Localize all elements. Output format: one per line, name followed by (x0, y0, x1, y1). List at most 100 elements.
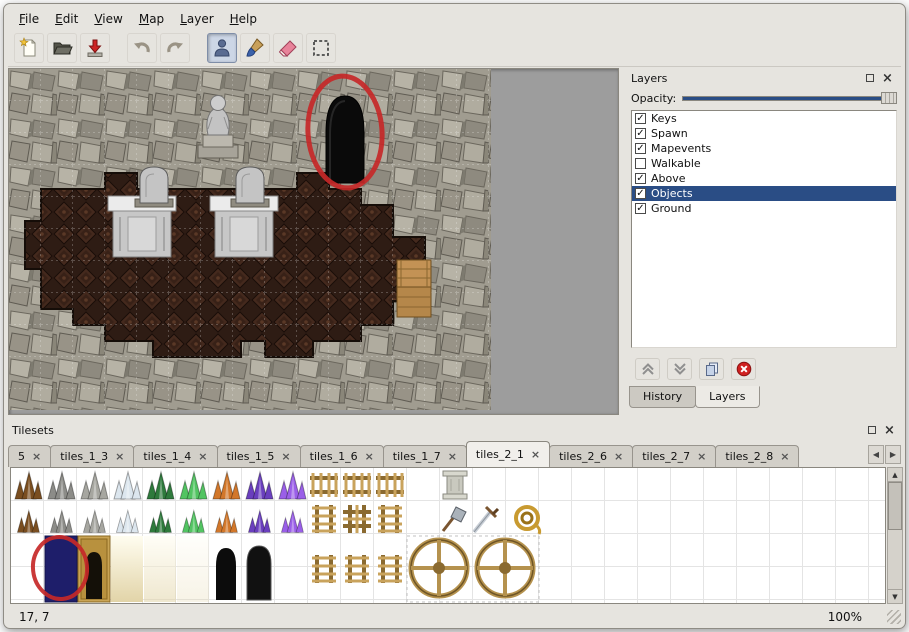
scrollbar-track[interactable] (888, 482, 902, 589)
layer-row-objects[interactable]: ✓ Objects (632, 186, 896, 201)
cave-doorway (326, 96, 364, 183)
layer-name: Walkable (651, 157, 701, 170)
gravestone-right (231, 167, 269, 207)
tab-layers-label: Layers (709, 390, 745, 403)
scrollbar-thumb[interactable] (888, 482, 902, 530)
tab-scroll-left-button[interactable]: ◀ (868, 445, 884, 464)
menu-edit[interactable]: Edit (48, 10, 85, 28)
cursor-coordinates: 17, 7 (19, 610, 50, 624)
raise-layer-button[interactable] (635, 358, 660, 380)
layer-name: Spawn (651, 127, 688, 140)
save-button[interactable] (80, 33, 110, 63)
layer-visibility-checkbox[interactable]: ✓ (635, 188, 646, 199)
close-panel-button[interactable]: × (882, 423, 897, 438)
scroll-up-button[interactable]: ▲ (888, 468, 902, 482)
tileset-tab-tiles_2_1[interactable]: tiles_2_1× (466, 441, 550, 467)
tab-close-icon[interactable]: × (780, 451, 789, 462)
map-canvas[interactable] (9, 69, 491, 410)
open-folder-icon (51, 37, 73, 59)
tileset-tab-label: 5 (18, 450, 25, 463)
tab-close-icon[interactable]: × (531, 449, 540, 460)
menu-map[interactable]: Map (132, 10, 171, 28)
menu-bar: FileEditViewMapLayerHelp (8, 8, 901, 29)
brush-tool-button[interactable] (240, 33, 270, 63)
tab-close-icon[interactable]: × (281, 451, 290, 462)
duplicate-layer-button[interactable] (699, 358, 724, 380)
layer-row-ground[interactable]: ✓Ground (632, 201, 896, 216)
selection-tool-button[interactable] (306, 33, 336, 63)
tileset-image[interactable] (11, 468, 886, 604)
layer-visibility-checkbox[interactable]: ✓ (635, 128, 646, 139)
layer-visibility-checkbox[interactable]: ✓ (635, 113, 646, 124)
tileset-tab-tiles_2_7[interactable]: tiles_2_7× (632, 445, 716, 467)
layer-visibility-checkbox[interactable] (635, 158, 646, 169)
tilesets-panel-header: Tilesets × (6, 422, 903, 438)
new-button[interactable] (14, 33, 44, 63)
tileset-tab-tiles_1_4[interactable]: tiles_1_4 × (133, 445, 217, 467)
float-panel-button[interactable] (862, 71, 877, 86)
slider-fill (683, 97, 882, 100)
delete-layer-button[interactable] (731, 358, 756, 380)
stamp-tool-button[interactable] (207, 33, 237, 63)
tab-close-icon[interactable]: × (697, 451, 706, 462)
layer-visibility-checkbox[interactable]: ✓ (635, 173, 646, 184)
tileset-tab-label: tiles_1_7 (393, 450, 441, 463)
undo-button[interactable] (127, 33, 157, 63)
tileset-tab-tiles_2_8[interactable]: tiles_2_8× (715, 445, 799, 467)
tileset-tab-tiles_1_3[interactable]: tiles_1_3× (50, 445, 134, 467)
save-icon (84, 37, 106, 59)
menu-file[interactable]: File (12, 10, 46, 28)
layer-row-keys[interactable]: ✓Keys (632, 111, 896, 126)
map-viewport[interactable] (8, 68, 619, 415)
layers-list[interactable]: ✓Keys✓Spawn✓MapeventsWalkable✓Above✓Obje… (631, 110, 897, 348)
crate (397, 260, 431, 317)
scroll-down-button[interactable]: ▼ (888, 589, 902, 603)
close-panel-button[interactable]: × (880, 71, 895, 86)
tileset-tab-label: tiles_2_6 (559, 450, 607, 463)
layer-row-spawn[interactable]: ✓ Spawn (632, 126, 896, 141)
layer-row-mapevents[interactable]: ✓Mapevents (632, 141, 896, 156)
tab-layers[interactable]: Layers (695, 386, 759, 408)
tileset-tab-label: tiles_1_5 (227, 450, 275, 463)
eraser-tool-button[interactable] (273, 33, 303, 63)
tab-close-icon[interactable]: × (614, 451, 623, 462)
open-button[interactable] (47, 33, 77, 63)
redo-button[interactable] (160, 33, 190, 63)
layer-visibility-checkbox[interactable]: ✓ (635, 143, 646, 154)
gold-door-tile (78, 536, 110, 602)
tileset-canvas[interactable] (10, 467, 886, 604)
tab-close-icon[interactable]: × (115, 451, 124, 462)
tileset-tab-tiles_1_6[interactable]: tiles_1_6× (300, 445, 384, 467)
tab-close-icon[interactable]: × (198, 451, 207, 462)
lower-layer-button[interactable] (667, 358, 692, 380)
tileset-scrollbar[interactable]: ▲ ▼ (887, 467, 903, 604)
tileset-tab-tiles_1_5[interactable]: tiles_1_5 × (217, 445, 301, 467)
menu-help[interactable]: Help (223, 10, 264, 28)
delete-icon (736, 361, 752, 377)
layers-panel-header: Layers × (625, 70, 901, 86)
tileset-tab-5[interactable]: 5× (8, 445, 51, 467)
tileset-tab-tiles_2_6[interactable]: tiles_2_6 × (549, 445, 633, 467)
tileset-tab-tiles_1_7[interactable]: tiles_1_7 × (383, 445, 467, 467)
slider-handle[interactable] (881, 92, 897, 104)
resize-grip[interactable] (887, 610, 901, 624)
layer-visibility-checkbox[interactable]: ✓ (635, 203, 646, 214)
menu-layer[interactable]: Layer (173, 10, 220, 28)
tab-close-icon[interactable]: × (365, 451, 374, 462)
selection-tool-icon (310, 37, 332, 59)
tileset-tab-label: tiles_1_4 (143, 450, 191, 463)
tileset-tabrow: 5×tiles_1_3×tiles_1_4×tiles_1_5×tiles_1_… (8, 441, 903, 467)
layer-name: Objects (651, 187, 693, 200)
float-icon (868, 426, 876, 434)
tab-close-icon[interactable]: × (32, 451, 41, 462)
layer-row-walkable[interactable]: Walkable (632, 156, 896, 171)
layer-row-above[interactable]: ✓Above (632, 171, 896, 186)
tab-close-icon[interactable]: × (448, 451, 457, 462)
menu-view[interactable]: View (87, 10, 129, 28)
close-icon: × (884, 424, 895, 437)
float-panel-button[interactable] (864, 423, 879, 438)
tab-scroll-right-button[interactable]: ▶ (885, 445, 901, 464)
opacity-slider[interactable] (682, 91, 897, 105)
float-icon (866, 74, 874, 82)
tab-history[interactable]: History (629, 386, 696, 408)
